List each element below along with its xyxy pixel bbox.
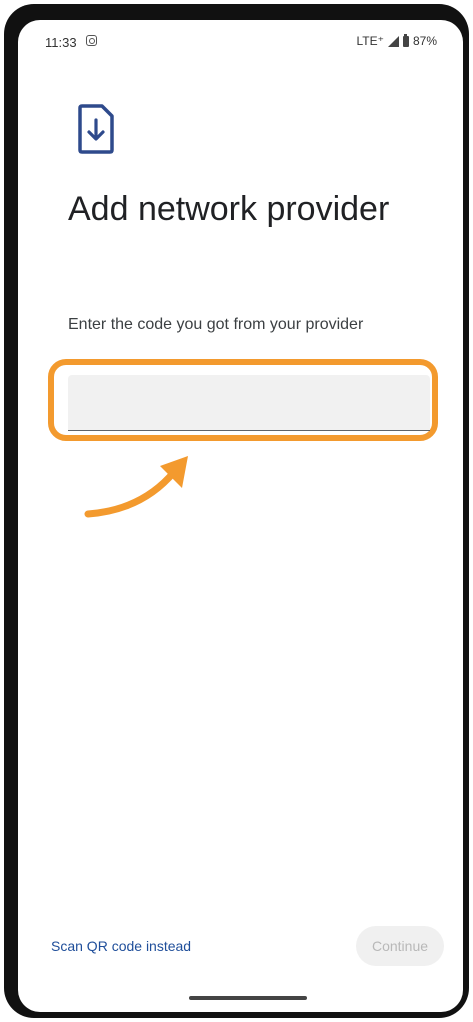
status-time: 11:33 bbox=[45, 35, 77, 50]
network-type: LTE⁺ bbox=[356, 34, 384, 48]
screen: 11:33 LTE⁺ 87% Add network provider Ente… bbox=[18, 20, 463, 1012]
gesture-nav-handle[interactable] bbox=[189, 996, 307, 1000]
battery-icon bbox=[402, 33, 409, 47]
instagram-icon bbox=[86, 35, 97, 46]
phone-frame: 11:33 LTE⁺ 87% Add network provider Ente… bbox=[4, 4, 469, 1018]
battery-percent: 87% bbox=[412, 34, 437, 48]
instruction-text: Enter the code you got from your provide… bbox=[68, 316, 364, 333]
status-bar: 11:33 LTE⁺ 87% bbox=[18, 20, 463, 64]
activation-code-input[interactable] bbox=[68, 375, 430, 431]
status-indicators: LTE⁺ 87% bbox=[356, 33, 437, 48]
continue-button[interactable]: Continue bbox=[356, 926, 444, 966]
page-title: Add network provider bbox=[68, 190, 390, 228]
sim-download-icon bbox=[78, 104, 114, 154]
signal-icon bbox=[387, 35, 399, 47]
annotation-arrow-icon bbox=[84, 456, 188, 518]
scan-qr-code-button[interactable]: Scan QR code instead bbox=[51, 938, 191, 954]
